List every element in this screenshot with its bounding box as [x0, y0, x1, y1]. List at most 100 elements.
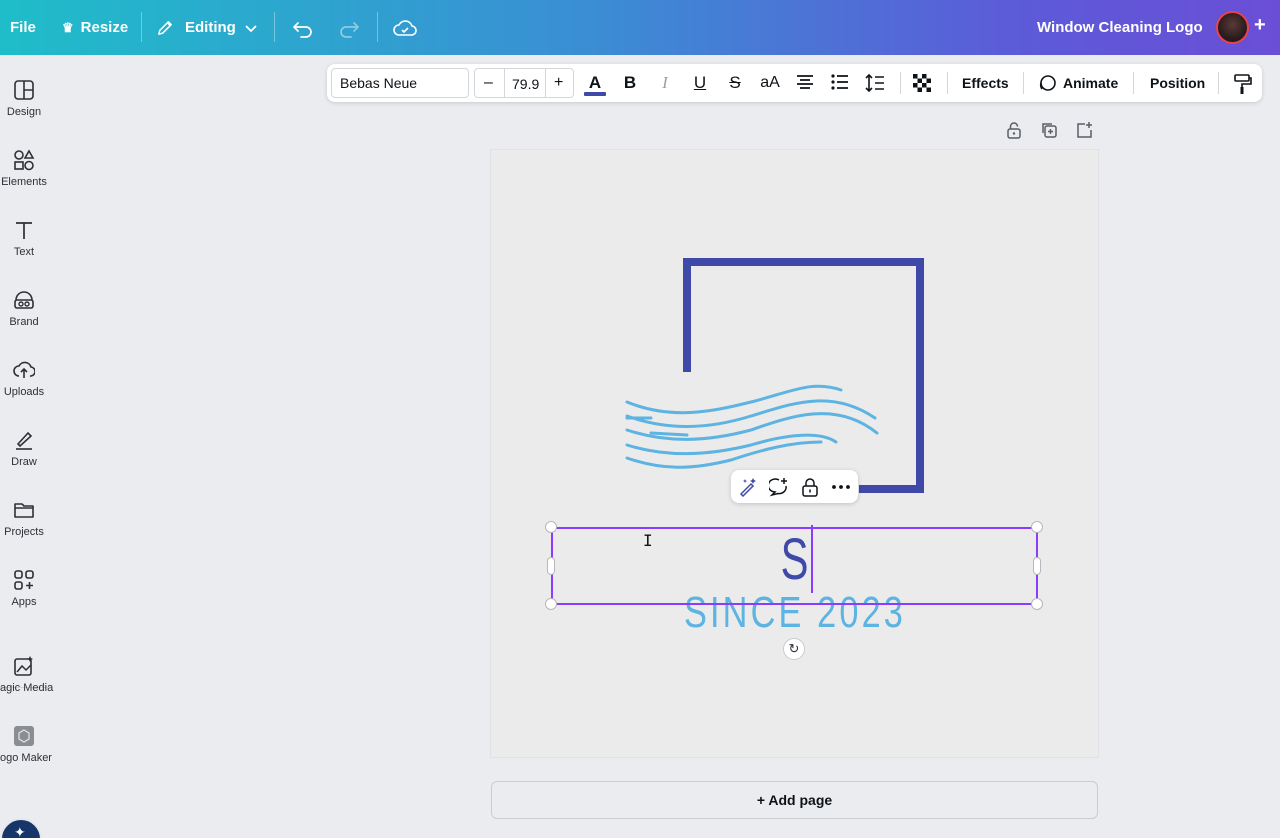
lock-page-button[interactable]: [1005, 121, 1025, 141]
italic-icon: I: [662, 73, 668, 92]
decrease-size-button[interactable]: –: [484, 74, 493, 92]
letter-case-button[interactable]: aA: [757, 73, 783, 95]
sidebar-item-uploads[interactable]: Uploads: [0, 359, 48, 398]
resize-handle-top-right[interactable]: [1031, 521, 1043, 533]
divider: [1133, 72, 1134, 94]
apps-icon: [14, 570, 34, 590]
animate-button[interactable]: Animate: [1063, 75, 1118, 91]
design-title[interactable]: Window Cleaning Logo: [1037, 0, 1203, 55]
editing-label: Editing: [185, 19, 236, 36]
bold-button[interactable]: B: [619, 73, 641, 95]
resize-handle-right[interactable]: [1033, 557, 1041, 575]
list-button[interactable]: [829, 73, 851, 95]
underline-icon: U: [693, 73, 707, 92]
divider: [274, 12, 275, 42]
water-waves: [625, 384, 879, 469]
add-page-icon-button[interactable]: [1075, 121, 1095, 141]
redo-button[interactable]: [338, 0, 360, 55]
sidebar-item-draw[interactable]: Draw: [0, 429, 48, 468]
design-icon: [14, 80, 34, 100]
cloud-save-button[interactable]: [393, 0, 417, 55]
bold-icon: B: [623, 73, 637, 92]
more-options-button[interactable]: [831, 477, 851, 497]
text-toolbar: Bebas Neue – 79.9 + A B I U S aA Effects…: [327, 64, 1262, 102]
rotate-handle[interactable]: ↻: [783, 638, 805, 660]
sidebar-item-logo-maker[interactable]: ogo Maker: [0, 725, 52, 764]
sidebar-item-label: ogo Maker: [0, 752, 52, 764]
sidebar-item-apps[interactable]: Apps: [0, 569, 48, 608]
transparency-button[interactable]: [911, 73, 933, 95]
sidebar-item-brand[interactable]: Brand: [0, 289, 48, 328]
sidebar-item-text[interactable]: Text: [0, 219, 48, 258]
left-sidebar: Design Elements Text Brand Uploads Draw …: [0, 55, 54, 838]
spacing-button[interactable]: [864, 73, 886, 95]
magic-edit-button[interactable]: [738, 477, 758, 498]
resize-handle-top-left[interactable]: [545, 521, 557, 533]
bullet-list-icon: [831, 74, 848, 90]
sidebar-item-label: Design: [6, 106, 42, 118]
increase-size-button[interactable]: +: [554, 74, 563, 92]
editing-mode-button[interactable]: Editing: [156, 0, 258, 55]
divider: [545, 69, 546, 97]
letter-case-icon: aA: [760, 74, 780, 91]
add-page-button[interactable]: + Add page: [491, 781, 1098, 819]
resize-handle-bottom-right[interactable]: [1031, 598, 1043, 610]
comment-add-icon: [767, 478, 787, 497]
sidebar-item-label: Uploads: [3, 386, 45, 398]
design-canvas[interactable]: [491, 150, 1098, 757]
logo-artwork[interactable]: [491, 150, 1098, 757]
resize-handle-left[interactable]: [547, 557, 555, 575]
sparkle-icon: ✦: [14, 824, 26, 838]
file-label: File: [10, 19, 36, 36]
text-cursor-icon: I: [643, 531, 653, 550]
add-comment-button[interactable]: [767, 477, 789, 497]
divider: [900, 72, 901, 94]
align-button[interactable]: [794, 73, 816, 95]
effects-button[interactable]: Effects: [962, 75, 1009, 91]
sidebar-item-projects[interactable]: Projects: [0, 499, 48, 538]
sidebar-item-magic-media[interactable]: agic Media: [0, 655, 54, 694]
font-family-dropdown[interactable]: Bebas Neue: [331, 68, 469, 98]
sidebar-item-design[interactable]: Design: [0, 79, 48, 118]
sidebar-item-label: Elements: [1, 176, 47, 188]
redo-icon: [340, 21, 359, 38]
draw-icon: [16, 431, 33, 450]
text-color-button[interactable]: A: [584, 73, 606, 96]
underline-button[interactable]: U: [689, 73, 711, 95]
add-plus-icon[interactable]: +: [1254, 14, 1266, 37]
divider: [947, 72, 948, 94]
undo-icon: [293, 21, 312, 38]
window-frame: [683, 258, 924, 493]
rotate-icon: ↻: [788, 641, 800, 656]
resize-button[interactable]: ♛ Resize: [62, 0, 128, 55]
duplicate-icon: [1042, 123, 1057, 138]
strikethrough-button[interactable]: S: [724, 73, 746, 95]
position-button[interactable]: Position: [1150, 75, 1205, 91]
divider: [141, 12, 142, 42]
lock-element-button[interactable]: [800, 477, 820, 497]
resize-handle-bottom-left[interactable]: [545, 598, 557, 610]
design-title-label: Window Cleaning Logo: [1037, 19, 1203, 36]
sidebar-item-elements[interactable]: Elements: [0, 149, 48, 188]
logo-maker-icon: [14, 726, 34, 746]
sidebar-item-label: agic Media: [0, 682, 54, 694]
strikethrough-icon: S: [729, 73, 741, 92]
magic-media-icon: [14, 656, 33, 676]
text-icon: [16, 222, 32, 239]
sidebar-item-label: Text: [13, 246, 35, 258]
font-size-input[interactable]: 79.9: [512, 76, 539, 92]
file-menu[interactable]: File: [10, 0, 36, 55]
elements-icon: [14, 149, 35, 171]
avatar[interactable]: [1216, 11, 1249, 44]
editing-text[interactable]: S: [619, 528, 970, 604]
sidebar-item-label: Brand: [9, 316, 39, 328]
resize-icon: ♛: [62, 19, 74, 35]
duplicate-page-button[interactable]: [1040, 121, 1060, 141]
divider: [377, 12, 378, 42]
pencil-icon: [158, 21, 172, 35]
paint-roller-icon: [1234, 74, 1252, 94]
italic-button[interactable]: I: [654, 73, 676, 95]
line-spacing-icon: [865, 73, 884, 93]
copy-style-button[interactable]: [1232, 73, 1254, 95]
undo-button[interactable]: [292, 0, 314, 55]
